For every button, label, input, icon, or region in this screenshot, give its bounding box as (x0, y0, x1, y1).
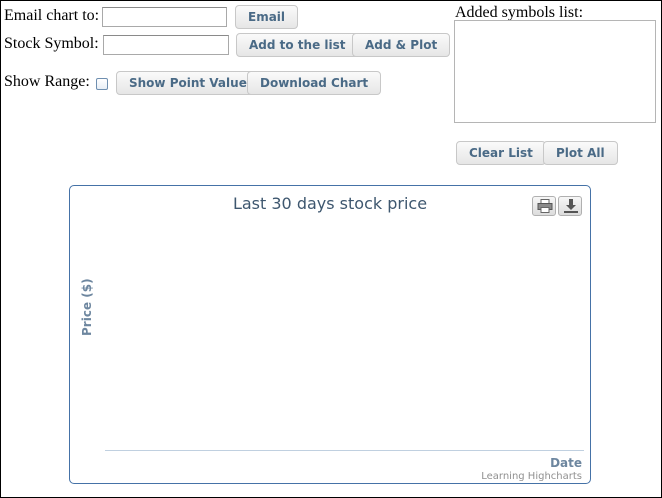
symbols-listbox[interactable] (454, 20, 656, 123)
add-to-list-button[interactable]: Add to the list (236, 33, 359, 57)
chart-title: Last 30 days stock price (232, 194, 428, 213)
show-range-label: Show Range: (4, 73, 90, 90)
show-point-value-button[interactable]: Show Point Value (116, 71, 260, 95)
download-chart-button[interactable]: Download Chart (247, 71, 382, 95)
email-input[interactable] (102, 7, 227, 27)
stock-symbol-label: Stock Symbol: (4, 35, 99, 52)
clear-list-button[interactable]: Clear List (456, 141, 546, 165)
x-axis-line (105, 450, 584, 451)
show-range-checkbox[interactable] (96, 78, 108, 90)
x-axis-label: Date (550, 456, 582, 470)
print-chart-button[interactable] (532, 196, 556, 216)
chart-credits[interactable]: Learning Highcharts (481, 471, 582, 482)
download-icon (564, 199, 578, 213)
y-axis-label: Price ($) (80, 278, 94, 336)
print-icon (537, 199, 553, 213)
export-chart-button[interactable] (558, 196, 582, 216)
plot-all-button[interactable]: Plot All (543, 141, 618, 165)
email-button[interactable]: Email (235, 5, 299, 29)
stock-symbol-input[interactable] (103, 35, 229, 55)
stock-chart: Last 30 days stock price Price ($) Date … (69, 185, 591, 484)
email-label: Email chart to: (4, 7, 100, 24)
add-and-plot-button[interactable]: Add & Plot (352, 33, 451, 57)
